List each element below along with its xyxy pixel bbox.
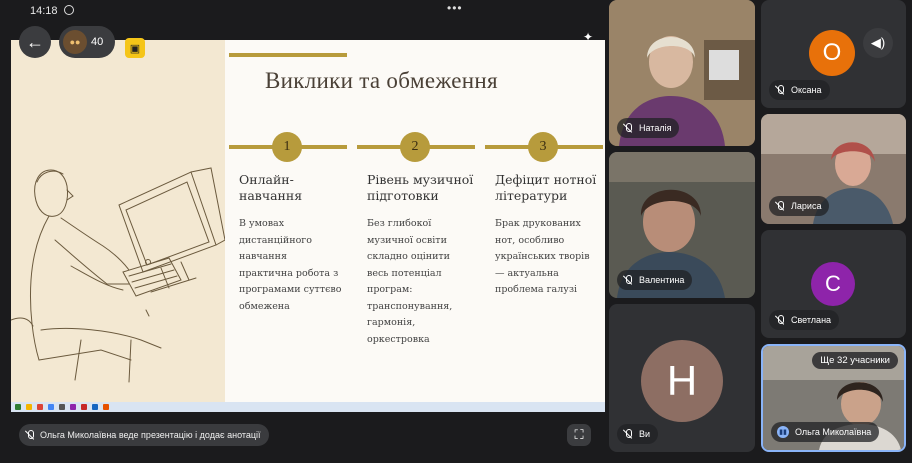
participant-name-chip: Наталія <box>617 118 680 138</box>
column-divider-line <box>229 53 347 57</box>
mic-off-icon <box>775 201 785 211</box>
participants-count: 40 <box>91 36 104 48</box>
shared-slide: Виклики та обмеження 1 Онлайн- навчання … <box>10 40 605 402</box>
slide-content: Виклики та обмеження 1 Онлайн- навчання … <box>225 40 605 402</box>
participant-name-chip: Ви <box>617 424 659 444</box>
participant-name: Ольга Миколаївна <box>795 427 872 437</box>
slide-title: Виклики та обмеження <box>265 68 498 93</box>
column-number-badge: 1 <box>272 132 302 162</box>
app-icon <box>37 404 43 410</box>
presenter-taskbar <box>11 402 605 412</box>
participant-name-chip: ▮▮ Ольга Миколаївна <box>771 422 880 442</box>
participant-name: Ви <box>639 429 651 439</box>
person-at-computer-illustration <box>10 167 226 383</box>
participant-tile-olga[interactable]: Ще 32 учасники ▮▮ Ольга Миколаївна <box>761 344 906 452</box>
participant-tile-valentyna[interactable]: Валентина <box>609 152 755 298</box>
presenting-text: Ольга Миколаївна веде презентацію і дода… <box>40 430 261 440</box>
speaker-volume-button[interactable]: ◀) <box>863 28 893 58</box>
arrow-left-icon: ← <box>26 31 44 52</box>
participant-name-chip: Лариса <box>769 196 830 216</box>
mic-off-icon <box>775 85 785 95</box>
participant-avatars: ●● <box>63 30 87 54</box>
participant-name-chip: Валентина <box>617 270 693 290</box>
column-number-badge: 3 <box>528 132 558 162</box>
more-participants-badge[interactable]: Ще 32 учасники <box>812 352 898 369</box>
app-icon <box>15 404 21 410</box>
app-icon <box>59 404 65 410</box>
participant-avatar: О <box>809 30 855 76</box>
fullscreen-icon: ⛶ <box>574 427 584 442</box>
app-icon <box>103 404 109 410</box>
participant-tile-self[interactable]: Н Ви <box>609 304 755 452</box>
participant-name-chip: Светлана <box>769 310 840 330</box>
participant-name: Наталія <box>639 123 672 133</box>
mic-off-icon <box>623 275 633 285</box>
participant-name: Валентина <box>639 275 685 285</box>
column-body: Брак друкованих нот, особливо українськи… <box>495 218 590 295</box>
meet-screen: 14:18 ••• ✆ ≋ 76 <box>0 0 912 463</box>
more-dots-icon[interactable]: ••• <box>447 1 463 15</box>
participant-tile-natalia[interactable]: Наталія <box>609 0 755 146</box>
slide-illustration <box>10 40 226 402</box>
mic-off-icon <box>25 430 35 440</box>
participant-avatar: Н <box>641 340 723 422</box>
column-heading: Рівень музичної підготовки <box>367 172 474 203</box>
app-icon <box>81 404 87 410</box>
column-heading: Дефіцит нотної літератури <box>495 172 597 203</box>
stop-presenting-icon[interactable]: ▣ <box>125 38 145 58</box>
participant-name: Оксана <box>791 85 822 95</box>
app-icon <box>92 404 98 410</box>
participant-tile-svitlana[interactable]: С Светлана <box>761 230 906 338</box>
participants-button[interactable]: ●● 40 <box>59 26 115 58</box>
pin-icon[interactable]: ✦ <box>583 30 593 44</box>
back-button[interactable]: ← <box>19 26 51 58</box>
app-icon <box>26 404 32 410</box>
sync-icon <box>64 5 74 15</box>
mic-off-icon <box>623 123 633 133</box>
participant-avatar: С <box>811 262 855 306</box>
participant-name-chip: Оксана <box>769 80 830 100</box>
app-icon <box>48 404 54 410</box>
speaking-icon: ▮▮ <box>777 426 789 438</box>
fullscreen-button[interactable]: ⛶ <box>567 424 591 446</box>
mic-off-icon <box>623 429 633 439</box>
clock: 14:18 <box>30 5 58 17</box>
column-body: Без глибокої музичної освіти складно оці… <box>367 218 453 345</box>
app-icon <box>70 404 76 410</box>
column-body: В умовах дистанційного навчання практичн… <box>239 218 342 312</box>
participant-name: Лариса <box>791 201 822 211</box>
volume-icon: ◀) <box>870 35 886 50</box>
presenting-banner: Ольга Миколаївна веде презентацію і дода… <box>19 424 269 446</box>
mic-off-icon <box>775 315 785 325</box>
participant-tile-oksana[interactable]: О ◀) Оксана <box>761 0 906 108</box>
column-heading: Онлайн- навчання <box>239 172 303 203</box>
column-number-badge: 2 <box>400 132 430 162</box>
participant-tile-larysa[interactable]: Лариса <box>761 114 906 224</box>
participant-name: Светлана <box>791 315 832 325</box>
